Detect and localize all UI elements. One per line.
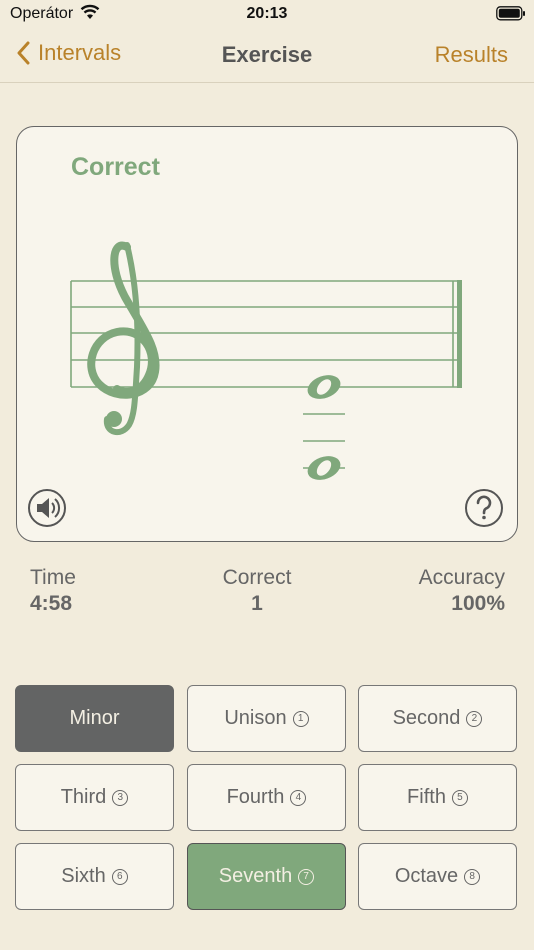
button-label: Fifth xyxy=(407,786,446,808)
button-label: Fourth xyxy=(226,786,285,808)
correct-label: Correct xyxy=(222,566,292,589)
octave-button[interactable]: Octave 8 xyxy=(358,843,517,910)
shortcut-number-badge: 2 xyxy=(466,710,483,727)
button-label: Minor xyxy=(69,707,120,729)
button-label: Octave xyxy=(394,865,459,887)
shortcut-number-badge: 3 xyxy=(112,789,129,806)
second-button[interactable]: Second 2 xyxy=(358,685,517,752)
shortcut-number-badge: 1 xyxy=(292,710,309,727)
shortcut-number-badge: 7 xyxy=(298,868,315,885)
music-staff xyxy=(70,241,462,480)
button-label: Second xyxy=(392,707,461,729)
sixth-button[interactable]: Sixth 6 xyxy=(15,843,174,910)
results-button[interactable]: Results xyxy=(435,42,508,68)
shortcut-number-badge: 5 xyxy=(451,789,468,806)
shortcut-number-badge: 4 xyxy=(290,789,307,806)
whole-note-lower xyxy=(307,456,341,480)
accuracy-stat: Accuracy 100% xyxy=(419,566,505,616)
shortcut-number-badge: 8 xyxy=(464,868,481,885)
button-label: Third xyxy=(60,786,107,808)
accuracy-label: Accuracy xyxy=(418,566,505,589)
navigation-bar: Intervals Exercise Results xyxy=(0,30,534,83)
third-button[interactable]: Third 3 xyxy=(15,764,174,831)
correct-stat: Correct 1 xyxy=(180,566,334,616)
final-barline xyxy=(457,280,462,388)
exercise-card: Correct xyxy=(16,126,518,542)
clock: 20:13 xyxy=(246,5,288,22)
fifth-button[interactable]: Fifth 5 xyxy=(358,764,517,831)
button-label: Sixth xyxy=(61,865,106,887)
minor-toggle-button[interactable]: Minor xyxy=(15,685,174,752)
status-bar: Operátor 20:13 xyxy=(0,0,534,30)
accuracy-value: 100% xyxy=(451,592,505,615)
time-value: 4:58 xyxy=(30,592,73,615)
whole-note-upper xyxy=(307,375,341,399)
help-icon[interactable] xyxy=(465,489,503,527)
button-label: Seventh xyxy=(218,865,293,887)
treble-clef-icon xyxy=(87,241,160,436)
correct-value: 1 xyxy=(251,592,263,615)
time-stat: Time 4:58 xyxy=(30,566,76,616)
seventh-button[interactable]: Seventh 7 xyxy=(187,843,346,910)
button-label: Unison xyxy=(224,707,287,729)
battery-icon xyxy=(496,6,525,21)
fourth-button[interactable]: Fourth 4 xyxy=(187,764,346,831)
speaker-icon[interactable] xyxy=(28,489,66,527)
unison-button[interactable]: Unison 1 xyxy=(187,685,346,752)
time-label: Time xyxy=(30,566,76,589)
shortcut-number-badge: 6 xyxy=(111,868,128,885)
